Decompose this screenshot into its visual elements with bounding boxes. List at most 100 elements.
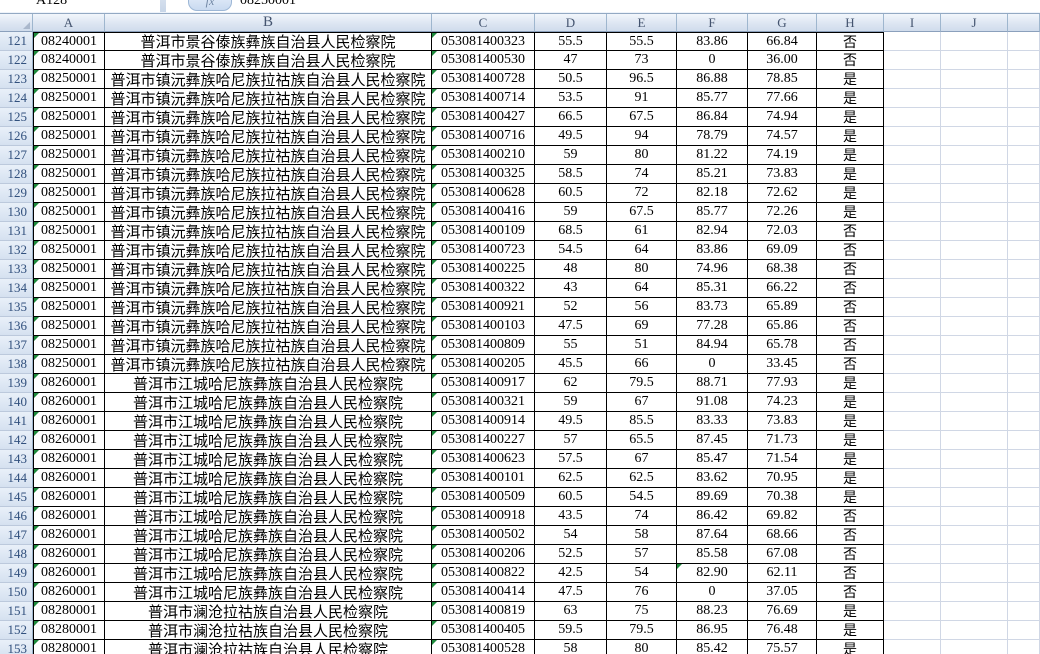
cell-qualified-flag[interactable]: 否: [817, 355, 884, 374]
insert-function-button[interactable]: fx: [188, 0, 232, 11]
cell-score-1[interactable]: 50.5: [535, 70, 607, 89]
cell-total-score[interactable]: 72.62: [748, 184, 817, 203]
cell-empty-partial[interactable]: [1008, 146, 1040, 165]
cell-empty-partial[interactable]: [1008, 222, 1040, 241]
cell-empty-partial[interactable]: [1008, 374, 1040, 393]
column-header-f[interactable]: F: [677, 14, 748, 32]
cell-qualified-flag[interactable]: 是: [817, 431, 884, 450]
cell-score-2[interactable]: 72: [607, 184, 677, 203]
cell-score-3[interactable]: 0: [677, 355, 748, 374]
cell-total-score[interactable]: 77.66: [748, 89, 817, 108]
cell-score-1[interactable]: 43: [535, 279, 607, 298]
cell-empty-partial[interactable]: [1008, 298, 1040, 317]
cell-institution[interactable]: 普洱市澜沧拉祜族自治县人民检察院: [105, 621, 432, 640]
row-number[interactable]: 122: [0, 51, 33, 70]
cell-institution[interactable]: 普洱市镇沅彝族哈尼族拉祜族自治县人民检察院: [105, 355, 432, 374]
cell-exam-code[interactable]: 08280001: [33, 621, 105, 640]
cell-score-1[interactable]: 47: [535, 51, 607, 70]
cell-score-2[interactable]: 76: [607, 583, 677, 602]
cell-exam-code[interactable]: 08260001: [33, 583, 105, 602]
cell-empty[interactable]: [941, 583, 1008, 602]
cell-score-3[interactable]: 84.94: [677, 336, 748, 355]
cell-exam-code[interactable]: 08260001: [33, 488, 105, 507]
cell-empty[interactable]: [941, 469, 1008, 488]
column-header-a[interactable]: A: [33, 14, 105, 32]
cell-score-2[interactable]: 57: [607, 545, 677, 564]
cell-score-1[interactable]: 47.5: [535, 317, 607, 336]
cell-total-score[interactable]: 71.73: [748, 431, 817, 450]
cell-empty[interactable]: [884, 450, 941, 469]
cell-candidate-id[interactable]: 053081400321: [432, 393, 535, 412]
cell-qualified-flag[interactable]: 是: [817, 412, 884, 431]
cell-candidate-id[interactable]: 053081400427: [432, 108, 535, 127]
row-number[interactable]: 123: [0, 70, 33, 89]
select-all-corner[interactable]: [0, 14, 33, 32]
column-header-h[interactable]: H: [817, 14, 884, 32]
cell-score-1[interactable]: 57: [535, 431, 607, 450]
cell-score-3[interactable]: 78.79: [677, 127, 748, 146]
cell-candidate-id[interactable]: 053081400528: [432, 640, 535, 654]
cell-institution[interactable]: 普洱市澜沧拉祜族自治县人民检察院: [105, 640, 432, 654]
cell-score-2[interactable]: 73: [607, 51, 677, 70]
cell-total-score[interactable]: 71.54: [748, 450, 817, 469]
cell-score-1[interactable]: 55.5: [535, 32, 607, 51]
row-number[interactable]: 136: [0, 317, 33, 336]
cell-exam-code[interactable]: 08260001: [33, 393, 105, 412]
cell-qualified-flag[interactable]: 是: [817, 203, 884, 222]
cell-candidate-id[interactable]: 053081400628: [432, 184, 535, 203]
row-number[interactable]: 138: [0, 355, 33, 374]
cell-exam-code[interactable]: 08250001: [33, 336, 105, 355]
cell-score-2[interactable]: 80: [607, 260, 677, 279]
cell-empty[interactable]: [941, 51, 1008, 70]
cell-candidate-id[interactable]: 053081400322: [432, 279, 535, 298]
cell-qualified-flag[interactable]: 是: [817, 602, 884, 621]
cell-empty[interactable]: [884, 127, 941, 146]
cell-score-3[interactable]: 0: [677, 51, 748, 70]
cell-candidate-id[interactable]: 053081400623: [432, 450, 535, 469]
cell-institution[interactable]: 普洱市镇沅彝族哈尼族拉祜族自治县人民检察院: [105, 184, 432, 203]
cell-qualified-flag[interactable]: 是: [817, 393, 884, 412]
cell-empty-partial[interactable]: [1008, 70, 1040, 89]
cell-score-2[interactable]: 55.5: [607, 32, 677, 51]
cell-total-score[interactable]: 74.19: [748, 146, 817, 165]
cell-candidate-id[interactable]: 053081400509: [432, 488, 535, 507]
cell-exam-code[interactable]: 08250001: [33, 184, 105, 203]
cell-exam-code[interactable]: 08250001: [33, 146, 105, 165]
cell-candidate-id[interactable]: 053081400210: [432, 146, 535, 165]
cell-empty[interactable]: [941, 317, 1008, 336]
cell-empty[interactable]: [884, 32, 941, 51]
cell-empty-partial[interactable]: [1008, 602, 1040, 621]
cell-exam-code[interactable]: 08260001: [33, 431, 105, 450]
cell-score-2[interactable]: 79.5: [607, 621, 677, 640]
cell-score-1[interactable]: 60.5: [535, 184, 607, 203]
cell-qualified-flag[interactable]: 是: [817, 640, 884, 654]
cell-candidate-id[interactable]: 053081400205: [432, 355, 535, 374]
cell-score-3[interactable]: 86.88: [677, 70, 748, 89]
cell-qualified-flag[interactable]: 是: [817, 450, 884, 469]
cell-candidate-id[interactable]: 053081400225: [432, 260, 535, 279]
cell-empty[interactable]: [884, 241, 941, 260]
cell-qualified-flag[interactable]: 是: [817, 70, 884, 89]
cell-candidate-id[interactable]: 053081400227: [432, 431, 535, 450]
cell-total-score[interactable]: 74.23: [748, 393, 817, 412]
cell-total-score[interactable]: 75.57: [748, 640, 817, 654]
row-number[interactable]: 131: [0, 222, 33, 241]
column-header-e[interactable]: E: [607, 14, 677, 32]
cell-empty-partial[interactable]: [1008, 431, 1040, 450]
cell-institution[interactable]: 普洱市江城哈尼族彝族自治县人民检察院: [105, 507, 432, 526]
cell-score-3[interactable]: 85.42: [677, 640, 748, 654]
cell-total-score[interactable]: 74.94: [748, 108, 817, 127]
cell-score-2[interactable]: 64: [607, 241, 677, 260]
cell-total-score[interactable]: 72.26: [748, 203, 817, 222]
cell-score-2[interactable]: 75: [607, 602, 677, 621]
cell-empty[interactable]: [941, 640, 1008, 654]
cell-empty[interactable]: [884, 317, 941, 336]
cell-qualified-flag[interactable]: 否: [817, 260, 884, 279]
cell-institution[interactable]: 普洱市江城哈尼族彝族自治县人民检察院: [105, 583, 432, 602]
cell-score-3[interactable]: 81.22: [677, 146, 748, 165]
cell-score-3[interactable]: 83.86: [677, 241, 748, 260]
cell-empty[interactable]: [941, 32, 1008, 51]
cell-total-score[interactable]: 70.95: [748, 469, 817, 488]
cell-qualified-flag[interactable]: 否: [817, 583, 884, 602]
cell-candidate-id[interactable]: 053081400405: [432, 621, 535, 640]
